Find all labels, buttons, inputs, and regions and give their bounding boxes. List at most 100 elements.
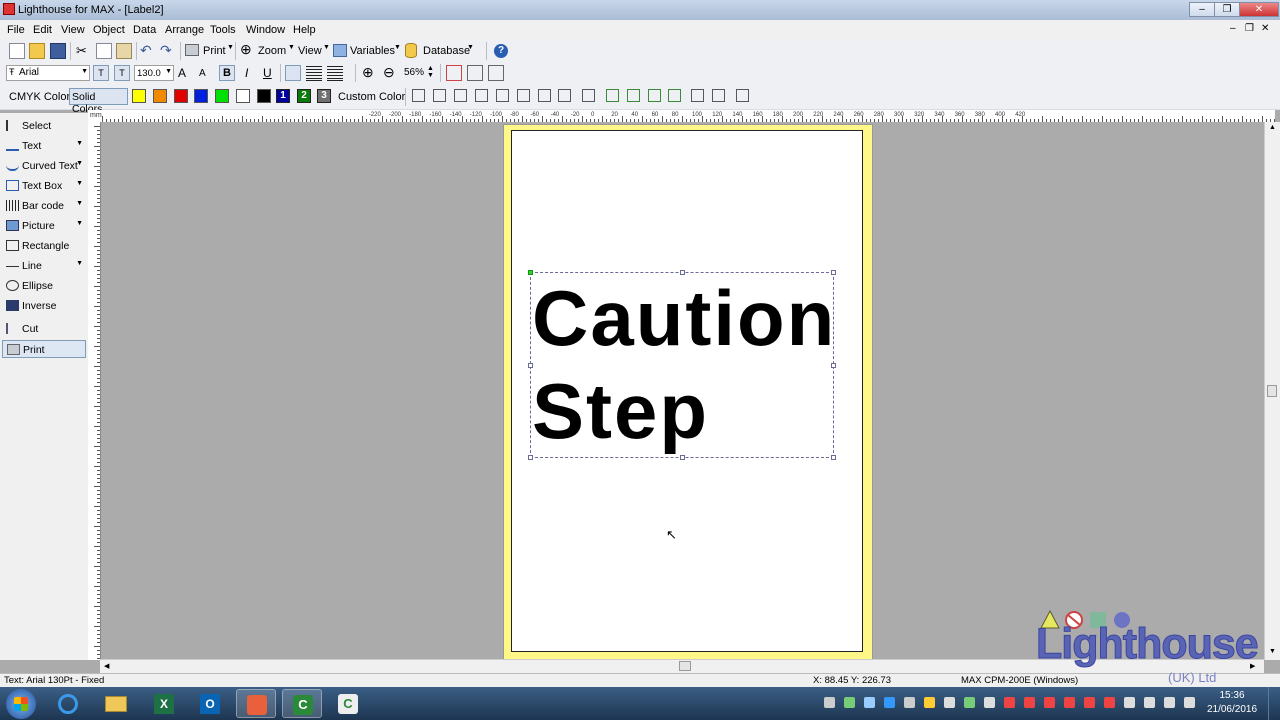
tool-rectangle[interactable]: Rectangle [2,237,86,255]
resize-handle-bottom-right[interactable] [831,455,836,460]
lighthouse-tray-icon-6[interactable] [1104,697,1115,708]
chevron-down-icon[interactable]: ▼ [76,180,83,187]
tool-bar-code[interactable]: Bar code ▼ [2,197,86,215]
tray-clock-date[interactable]: 21/06/2016 [1204,704,1260,715]
cut-scissors-icon[interactable]: ✂ [76,43,87,59]
mdi-restore-button[interactable]: ❐ [1245,23,1254,34]
chevron-down-icon[interactable]: ▼ [76,260,83,267]
database-dropdown-icon[interactable]: ▼ [467,44,474,51]
resize-handle-right[interactable] [831,363,836,368]
variables-button[interactable]: Variables [350,45,395,57]
object-properties-icon[interactable] [467,65,483,81]
open-folder-icon[interactable] [29,43,45,59]
mdi-close-button[interactable]: ✕ [1261,23,1269,34]
security-tray-icon[interactable] [844,697,855,708]
zoom-in-icon[interactable]: ⊕ [362,64,374,81]
network-tray-icon[interactable] [1164,697,1175,708]
dropbox-tray-icon[interactable] [864,697,875,708]
send-backward-icon[interactable] [627,89,640,102]
italic-button[interactable]: I [245,66,248,80]
tool-line[interactable]: Line ▼ [2,257,86,275]
properties-icon[interactable] [736,89,749,102]
restore-button[interactable]: ❐ [1214,2,1240,17]
color-swatch-5[interactable] [215,89,230,103]
show-desktop-button[interactable] [1268,687,1280,720]
chevron-down-icon[interactable]: ▼ [76,160,83,167]
zoom-percent-value[interactable]: 56% [404,67,424,78]
app-tray-icon[interactable] [944,697,955,708]
taskbar-camtasia[interactable]: C [282,689,322,718]
tool-inverse[interactable]: Inverse [2,297,86,315]
group-icon[interactable] [691,89,704,102]
tool-picture[interactable]: Picture ▼ [2,217,86,235]
outlook-tray-icon[interactable] [884,697,895,708]
text-fit-icon[interactable]: T [114,65,130,81]
tool-select[interactable]: Select [2,117,86,135]
variables-dropdown-icon[interactable]: ▼ [394,44,401,51]
bring-forward-icon[interactable] [606,89,619,102]
menu-data[interactable]: Data [133,24,156,36]
tool-ellipse[interactable]: Ellipse [2,277,86,295]
database-button[interactable]: Database [423,45,470,57]
shrink-font-icon[interactable]: A [199,68,206,79]
align-tops-icon[interactable] [475,89,488,102]
color-swatch-7[interactable] [256,89,271,103]
chevron-down-icon[interactable]: ▼ [76,200,83,207]
spot-color-2-swatch[interactable]: 2 [297,89,311,103]
vertical-scroll-thumb[interactable] [1267,385,1277,397]
resize-handle-bottom-left[interactable] [528,455,533,460]
printer-tray-icon[interactable] [824,697,835,708]
taskbar-internet-explorer[interactable] [48,689,88,718]
align-middles-icon[interactable] [496,89,509,102]
menu-arrange[interactable]: Arrange [165,24,204,36]
ungroup-icon[interactable] [712,89,725,102]
align-right-edges-icon[interactable] [454,89,467,102]
font-name-select[interactable]: Ŧ Arial ▼ [6,65,90,81]
start-button[interactable] [6,689,36,719]
align-left-icon[interactable] [285,65,301,81]
solid-colors-button[interactable]: Solid Colors [69,88,128,115]
tool-text-box[interactable]: Text Box ▼ [2,177,86,195]
chevron-down-icon[interactable]: ▼ [76,220,83,227]
taskbar-lighthouse-app[interactable] [236,689,276,718]
tool-print[interactable]: Print [2,340,86,358]
lighthouse-tray-icon-4[interactable] [1064,697,1075,708]
taskbar-excel[interactable]: X [144,689,184,718]
print-button[interactable]: Print [203,45,226,57]
align-centers-icon[interactable] [433,89,446,102]
taskbar-file-explorer[interactable] [96,689,136,718]
print-dropdown-icon[interactable]: ▼ [227,44,234,51]
help-icon[interactable]: ? [494,44,508,58]
taskbar-outlook[interactable]: O [190,689,230,718]
scroll-left-icon[interactable]: ◀ [104,662,109,670]
undo-icon[interactable]: ↶ [140,42,152,59]
scroll-down-icon[interactable]: ▼ [1269,648,1276,655]
zoom-button[interactable]: Zoom [258,45,286,57]
distribute-vertical-icon[interactable] [558,89,571,102]
color-swatch-2[interactable] [152,89,167,103]
rotate-icon[interactable] [582,89,595,102]
scroll-up-icon[interactable]: ▲ [1269,124,1276,131]
design-canvas[interactable]: Caution Step ↖ [101,122,1264,659]
zoom-out-icon[interactable]: ⊖ [383,64,395,81]
chevron-down-icon[interactable]: ▼ [76,140,83,147]
action-center-tray-icon[interactable] [1124,697,1135,708]
tool-text[interactable]: Text ▼ [2,137,86,155]
horizontal-scroll-thumb[interactable] [679,661,691,671]
grow-font-icon[interactable]: A [178,66,186,80]
menu-edit[interactable]: Edit [33,24,52,36]
view-dropdown-icon[interactable]: ▼ [323,44,330,51]
menu-tools[interactable]: Tools [210,24,236,36]
align-center-icon[interactable] [306,65,322,81]
color-swatch-6[interactable] [236,89,250,103]
color-swatch-3[interactable] [173,89,188,103]
rotate-object-icon[interactable] [446,65,462,81]
color-swatch-4[interactable] [194,89,209,103]
new-file-icon[interactable] [9,43,25,59]
close-button[interactable]: ✕ [1239,2,1279,17]
underline-button[interactable]: U [263,66,272,80]
align-right-icon[interactable] [327,65,343,81]
flag-tray-icon[interactable] [984,697,995,708]
lighthouse-tray-icon-3[interactable] [1044,697,1055,708]
align-bottoms-icon[interactable] [517,89,530,102]
